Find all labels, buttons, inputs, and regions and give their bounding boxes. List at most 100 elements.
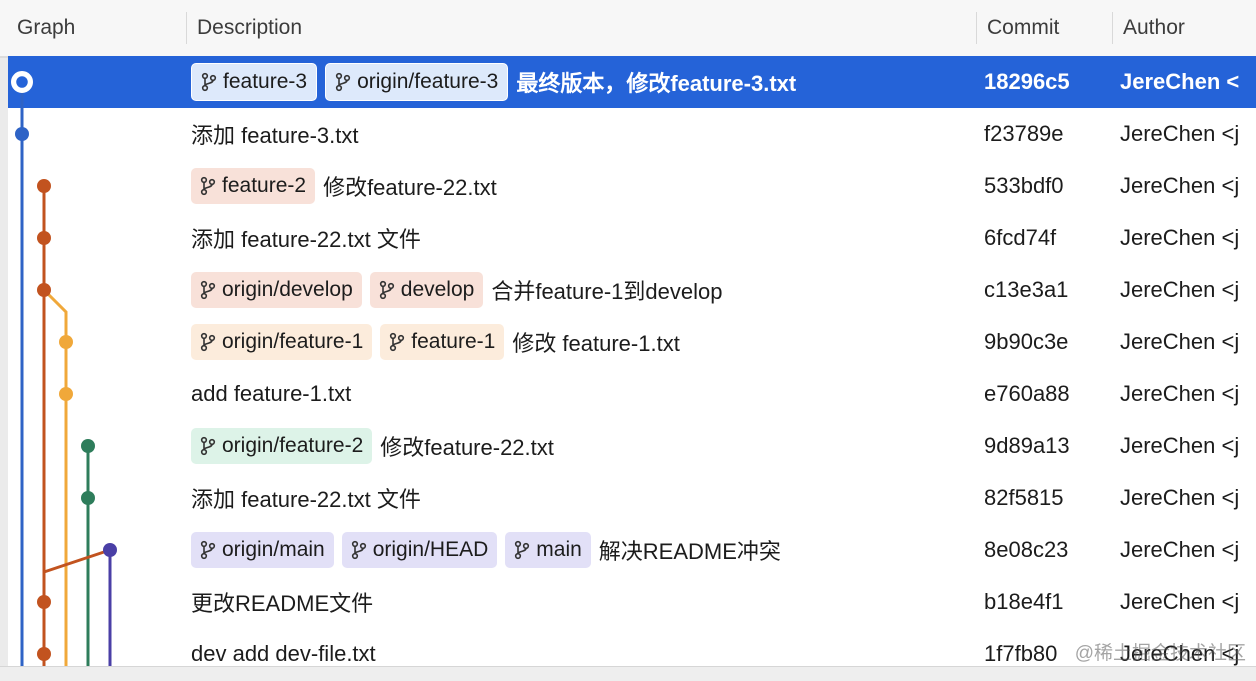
commit-description: add feature-1.txt [191,368,351,420]
commit-message: dev add dev-file.txt [191,641,376,666]
branch-name: origin/feature-3 [357,70,499,93]
branch-name: origin/develop [222,278,353,301]
branch-name: feature-1 [411,330,496,353]
column-divider[interactable] [1112,12,1113,44]
commit-author: JereChen <j [1120,537,1240,562]
branch-badge[interactable]: origin/main [191,532,334,568]
branch-icon [200,176,216,196]
commit-message: 添加 feature-3.txt [191,123,359,148]
branch-name: feature-2 [222,174,307,197]
graph-node [15,127,29,141]
branch-badge[interactable]: origin/feature-2 [191,428,373,464]
commit-message: add feature-1.txt [191,381,352,406]
commit-hash: 9d89a13 [984,433,1070,458]
commit-message: 添加 feature-22.txt 文件 [191,487,421,512]
column-divider[interactable] [976,12,977,44]
commit-description: origin/develop develop 合并feature-1到develop [191,264,722,316]
graph-node [37,647,51,661]
branch-icon [335,72,351,92]
commit-hash: 533bdf0 [984,173,1064,198]
branch-icon [201,72,217,92]
commit-description: origin/feature-1 feature-1 修改 feature-1.tx… [191,316,680,368]
commit-author: JereChen <j [1120,173,1240,198]
commit-author: JereChen <j [1120,225,1240,250]
commit-message: 修改feature-22.txt [380,435,554,460]
commit-hash: c13e3a1 [984,277,1069,302]
commit-description: feature-2 修改feature-22.txt [191,160,497,212]
commit-author: JereChen <j [1120,485,1240,510]
column-header-description[interactable]: Description [188,0,302,56]
commit-author: JereChen <j [1120,329,1240,354]
graph-node [59,335,73,349]
commit-description: origin/main origin/HEAD main 解决README冲突 [191,524,781,576]
commit-hash: e760a88 [984,381,1070,406]
branch-badge[interactable]: feature-2 [191,168,316,204]
graph-node [59,387,73,401]
commit-description: 添加 feature-22.txt 文件 [191,212,421,264]
graph-node [103,543,117,557]
branch-badge[interactable]: main [505,532,591,568]
commit-hash: 8e08c23 [984,537,1069,562]
branch-badge[interactable]: origin/HEAD [341,532,498,568]
commit-row-selected[interactable]: feature-3 origin/feature-3 最终版本，修改feature-… [8,56,1256,108]
commit-row[interactable]: 添加 feature-3.txt f23789e JereChen <j [8,108,1256,160]
commit-row[interactable]: origin/feature-2 修改feature-22.txt 9d89a13 J… [8,420,1256,472]
commit-description: 更改README文件 [191,576,373,628]
commit-author: JereChen < [1120,69,1240,94]
commit-hash: 18296c5 [984,69,1070,94]
commit-author: JereChen <j [1120,121,1240,146]
branch-icon [200,540,216,560]
commit-description: origin/feature-2 修改feature-22.txt [191,420,554,472]
graph-lane-orange [42,288,68,680]
commit-row[interactable]: 添加 feature-22.txt 文件 82f5815 JereChen <j [8,472,1256,524]
commit-row[interactable]: 添加 feature-22.txt 文件 6fcd74f JereChen <j [8,212,1256,264]
graph-node [37,231,51,245]
commit-hash: b18e4f1 [984,589,1064,614]
graph-node [37,283,51,297]
commit-row[interactable]: add feature-1.txt e760a88 JereChen <j [8,368,1256,420]
commit-row[interactable]: origin/develop develop 合并feature-1到develop… [8,264,1256,316]
branch-icon [200,280,216,300]
horizontal-scrollbar[interactable] [0,666,1256,681]
commit-message: 合并feature-1到develop [491,279,723,304]
branch-badge[interactable]: origin/feature-1 [191,324,373,360]
branch-name: feature-3 [223,70,308,93]
watermark: @稀土掘金技术社区 [1074,643,1246,664]
commit-author: JereChen <j [1120,433,1240,458]
commit-hash: 82f5815 [984,485,1064,510]
graph-node [37,179,51,193]
commit-description: 添加 feature-3.txt [191,108,359,160]
commit-row[interactable]: origin/feature-1 feature-1 修改 feature-1.tx… [8,316,1256,368]
branch-icon [200,436,216,456]
commit-row[interactable]: feature-2 修改feature-22.txt 533bdf0 JereChen… [8,160,1256,212]
branch-badge[interactable]: develop [369,272,484,308]
commit-hash: 6fcd74f [984,225,1057,250]
column-header-commit[interactable]: Commit [978,0,1059,56]
commit-message: 添加 feature-22.txt 文件 [191,227,421,252]
branch-icon [390,332,405,352]
branch-badge[interactable]: feature-1 [380,324,505,360]
commit-message: 更改README文件 [191,591,374,616]
graph-merge-edge [43,548,111,574]
branch-badge[interactable]: feature-3 [191,63,318,101]
commit-hash: 9b90c3e [984,329,1069,354]
commit-graph [11,71,117,680]
graph-node-head [13,73,31,91]
graph-node [81,491,95,505]
commit-row[interactable]: origin/main origin/HEAD main 解决README冲突 8e08… [8,524,1256,576]
commit-message: 修改feature-22.txt [323,175,497,200]
branch-name: origin/feature-1 [222,330,364,353]
branch-name: main [536,538,582,561]
commit-message: 修改 feature-1.txt [512,331,680,356]
commit-description: feature-3 origin/feature-3 最终版本，修改feature-… [191,56,796,108]
commit-hash: f23789e [984,121,1064,146]
column-header-author[interactable]: Author [1114,0,1185,56]
branch-name: origin/feature-2 [222,434,364,457]
commit-row[interactable]: 更改README文件 b18e4f1 JereChen <j [8,576,1256,628]
graph-node [81,439,95,453]
branch-badge[interactable]: origin/develop [191,272,362,308]
branch-badge[interactable]: origin/feature-3 [325,63,509,101]
commit-author: JereChen <j [1120,589,1240,614]
branch-name: develop [400,278,475,301]
branch-icon [515,540,530,560]
